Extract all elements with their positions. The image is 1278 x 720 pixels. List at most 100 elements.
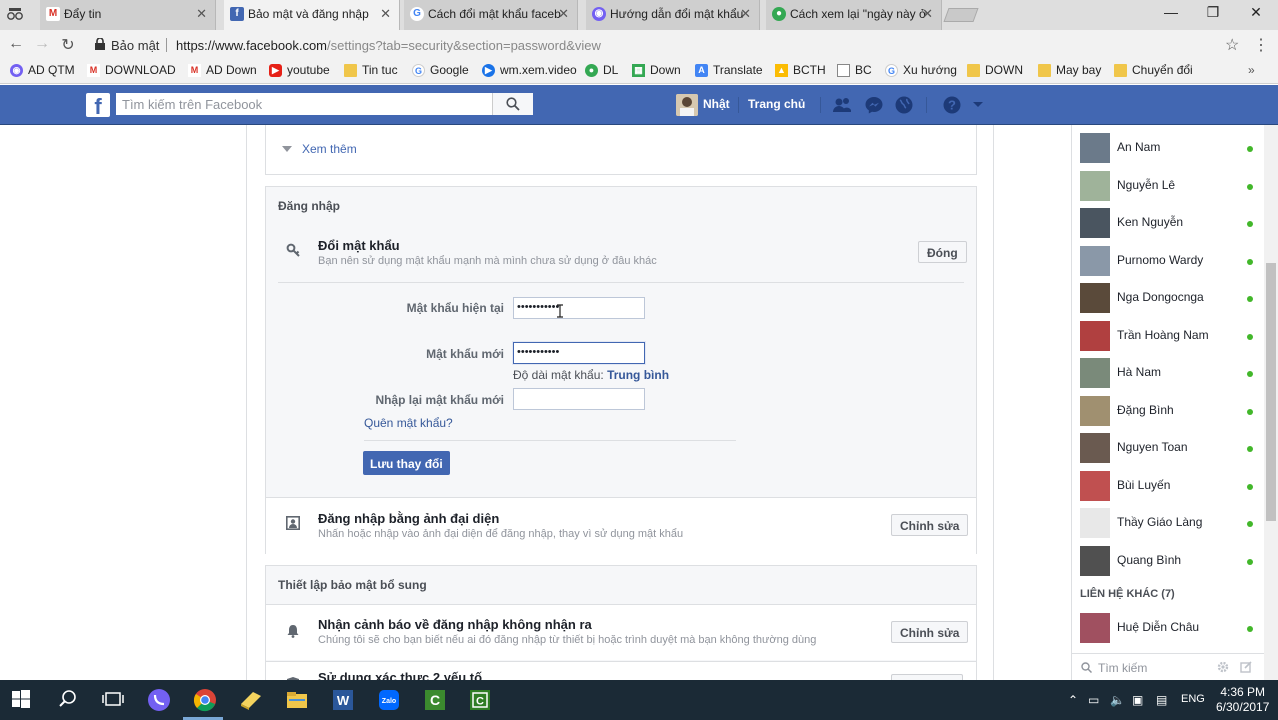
bookmark-down[interactable]: ▦ Down [632, 63, 681, 77]
see-more-link[interactable]: Xem thêm [302, 142, 357, 156]
profile-link[interactable]: Nhật [703, 97, 730, 111]
chevron-down-icon [282, 146, 292, 152]
facebook-header: f Tìm kiếm trên Facebook Nhật Trang chủ … [0, 85, 1278, 125]
gmail-icon: M [46, 7, 60, 21]
help-icon[interactable]: ? [942, 95, 962, 115]
camtasia-recorder-icon[interactable]: C [468, 688, 492, 712]
bookmark-bcth[interactable]: ▲ BCTH [775, 63, 826, 77]
friend-requests-icon[interactable] [832, 95, 852, 115]
home-link[interactable]: Trang chủ [748, 97, 805, 111]
menu-icon[interactable]: ⋮ [1253, 35, 1269, 55]
new-password-input[interactable]: ••••••••••• [513, 342, 645, 364]
forgot-password-link[interactable]: Quên mật khẩu? [364, 416, 453, 430]
bookmark-dl[interactable]: ● DL [585, 63, 618, 77]
close-icon[interactable]: ✕ [922, 6, 933, 22]
app-taskbar-icon[interactable] [239, 688, 263, 712]
tab-huong-dan[interactable]: ◉ Hướng dẫn đổi mật khẩu ✕ [586, 0, 760, 30]
bookmark-ad-qtm[interactable]: ◉ AD QTM [10, 63, 75, 77]
zalo-icon[interactable]: Zalo [377, 688, 401, 712]
bookmark-bc[interactable]: BC [837, 63, 872, 77]
viber-icon: ◉ [10, 64, 23, 77]
bookmark-xu-huong[interactable]: G Xu hướng [885, 63, 957, 77]
task-view-icon[interactable] [102, 688, 126, 712]
new-tab-button[interactable] [943, 8, 979, 22]
edit-profile-login-button[interactable]: Chỉnh sửa [891, 514, 969, 536]
url-field[interactable]: https://www.facebook.com/settings?tab=se… [176, 38, 601, 53]
messenger-icon[interactable] [864, 95, 884, 115]
bookmark-ad-down[interactable]: M AD Down [188, 63, 257, 77]
word-icon[interactable]: W [331, 688, 355, 712]
close-icon[interactable]: ✕ [558, 6, 569, 22]
bookmark-tin-tuc[interactable]: Tin tuc [344, 63, 398, 77]
close-window-button[interactable]: ✕ [1241, 4, 1271, 21]
save-changes-button[interactable]: Lưu thay đổi [363, 451, 450, 475]
chat-contact[interactable]: Nguyễn Lê [1072, 166, 1265, 203]
search-icon[interactable] [57, 688, 81, 712]
contact-avatar [1080, 545, 1110, 576]
bookmark-label: wm.xem.video [500, 63, 577, 77]
bookmark-may-bay[interactable]: May bay [1038, 63, 1101, 77]
chrome-taskbar-icon[interactable] [193, 688, 217, 712]
more-bookmarks-icon[interactable]: » [1248, 63, 1255, 77]
show-hidden-icons[interactable]: ⌃ [1068, 693, 1078, 707]
chat-contact[interactable]: Quang Bình [1072, 541, 1265, 578]
close-icon[interactable]: ✕ [196, 6, 207, 22]
chat-contact[interactable]: Bùi Luyến [1072, 466, 1265, 503]
chat-search-input[interactable]: Tìm kiếm [1098, 661, 1147, 675]
chat-contact[interactable]: Nguyen Toan [1072, 428, 1265, 465]
facebook-search-input[interactable]: Tìm kiếm trên Facebook [116, 93, 492, 115]
bookmark-star-icon[interactable]: ☆ [1225, 35, 1239, 55]
battery-icon[interactable]: ▭ [1088, 693, 1099, 707]
current-password-input[interactable]: ••••••••••• [513, 297, 645, 319]
bookmark-translate[interactable]: A Translate [695, 63, 763, 77]
chat-contact[interactable]: Thầy Giáo Làng [1072, 503, 1265, 540]
bookmark-download[interactable]: M DOWNLOAD [87, 63, 176, 77]
bookmark-down-folder[interactable]: DOWN [967, 63, 1023, 77]
chat-contact[interactable]: Hà Nam [1072, 353, 1265, 390]
tab-bao-mat[interactable]: f Bảo mật và đăng nhập ✕ [224, 0, 400, 30]
bookmark-google[interactable]: G Google [412, 63, 469, 77]
windows-start-icon[interactable] [10, 688, 34, 712]
reload-button[interactable]: ↻ [58, 35, 78, 55]
account-menu-icon[interactable] [972, 99, 992, 119]
close-icon[interactable]: ✕ [740, 6, 751, 22]
tab-cach-doi-mat-khau[interactable]: G Cách đổi mật khẩu faceb ✕ [404, 0, 578, 30]
facebook-logo[interactable]: f [86, 93, 110, 119]
compose-icon[interactable] [1240, 661, 1252, 673]
page-scrollbar[interactable] [1264, 125, 1278, 680]
camtasia-icon[interactable]: C [423, 688, 447, 712]
file-explorer-icon[interactable] [285, 688, 309, 712]
chat-contact[interactable]: Ken Nguyễn [1072, 203, 1265, 240]
volume-icon[interactable]: 🔈 [1110, 693, 1125, 707]
chat-contact[interactable]: Nga Dongocnga [1072, 278, 1265, 315]
gear-icon[interactable] [1217, 661, 1229, 673]
chat-search-bar[interactable]: Tìm kiếm [1072, 653, 1265, 680]
viber-taskbar-icon[interactable] [147, 688, 171, 712]
scrollbar-thumb[interactable] [1266, 263, 1276, 521]
action-center-icon[interactable]: ▤ [1156, 693, 1167, 707]
chat-contact[interactable]: Huệ Diễn Châu [1072, 608, 1265, 645]
chat-contact[interactable]: An Nam [1072, 128, 1265, 165]
tab-cach-xem-lai[interactable]: ● Cách xem lại "ngày này ở ✕ [766, 0, 942, 30]
language-indicator[interactable]: ENG [1181, 693, 1205, 705]
edit-login-alerts-button[interactable]: Chỉnh sửa [891, 621, 969, 643]
bookmark-wm-xem-video[interactable]: ▶ wm.xem.video [482, 63, 577, 77]
restore-button[interactable]: ❐ [1198, 4, 1228, 21]
chat-contact[interactable]: Đặng Bình [1072, 391, 1265, 428]
chat-contact[interactable]: Purnomo Wardy [1072, 241, 1265, 278]
notifications-globe-icon[interactable] [894, 95, 914, 115]
network-icon[interactable]: ▣ [1132, 693, 1143, 707]
retype-password-input[interactable] [513, 388, 645, 410]
search-button[interactable] [492, 93, 533, 115]
minimize-button[interactable]: — [1156, 4, 1186, 20]
bookmark-youtube[interactable]: ▶ youtube [269, 63, 330, 77]
system-clock[interactable]: 4:36 PM 6/30/2017 [1216, 685, 1269, 715]
chat-contact[interactable]: Trần Hoàng Nam [1072, 316, 1265, 353]
back-button[interactable]: ← [6, 35, 26, 53]
bookmark-chuyen-doi[interactable]: Chuyển đổi [1114, 63, 1193, 77]
tab-day-tin[interactable]: M Đẩy tin ✕ [40, 0, 216, 30]
user-avatar[interactable] [676, 94, 698, 116]
close-section-button[interactable]: Đóng [918, 241, 967, 263]
close-icon[interactable]: ✕ [380, 6, 391, 22]
forward-button[interactable]: → [32, 35, 52, 53]
